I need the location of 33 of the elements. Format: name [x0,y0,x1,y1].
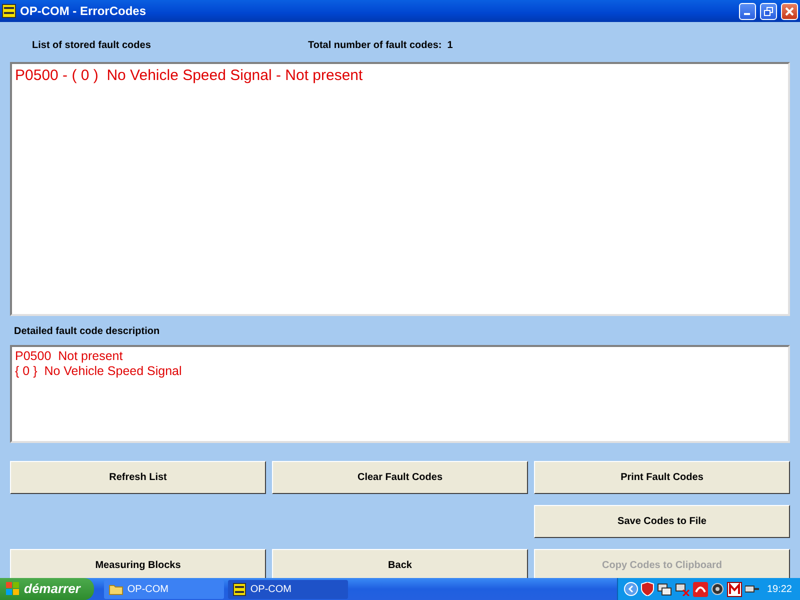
fault-code-entry[interactable]: P0500 - ( 0 ) No Vehicle Speed Signal - Not present [12,64,788,88]
taskbar-button[interactable]: OP-COM [228,580,348,598]
close-button[interactable] [781,2,798,20]
action-button[interactable]: Clear Fault Codes [272,461,528,494]
description-line: { 0 } No Vehicle Speed Signal [14,364,183,379]
description-line: P0500 Not present [14,349,124,364]
restore-icon [764,6,773,16]
mail-icon[interactable] [726,582,742,596]
usb-icon[interactable] [744,583,760,595]
action-button[interactable]: Print Fault Codes [534,461,790,494]
fault-code-list[interactable]: P0500 - ( 0 ) No Vehicle Speed Signal - Not present [10,62,790,316]
app-icon [233,582,246,596]
minimize-button[interactable] [739,2,756,20]
close-icon [785,6,794,16]
network-icon[interactable] [656,582,672,596]
clock: 19:22 [766,582,792,596]
restore-button[interactable] [760,2,777,20]
description-label: Detailed fault code description [13,325,161,339]
network-icon[interactable] [674,582,690,596]
list-label: List of stored fault codes [32,39,152,53]
window-title: OP-COM - ErrorCodes [20,3,146,20]
windows-logo-icon [6,582,20,596]
action-button[interactable]: Measuring Blocks [10,549,266,578]
taskbar-button[interactable]: OP-COM [104,580,224,598]
app-icon [2,4,16,18]
action-button[interactable]: Refresh List [10,461,266,494]
start-button[interactable]: démarrer [0,578,94,600]
folder-icon [109,583,124,595]
speaker-icon[interactable] [710,582,724,596]
action-button[interactable]: Save Codes to File [534,505,790,538]
action-button[interactable]: Back [272,549,528,578]
shield-icon[interactable] [640,582,654,596]
total-label: Total number of fault codes: 1 [308,39,453,53]
